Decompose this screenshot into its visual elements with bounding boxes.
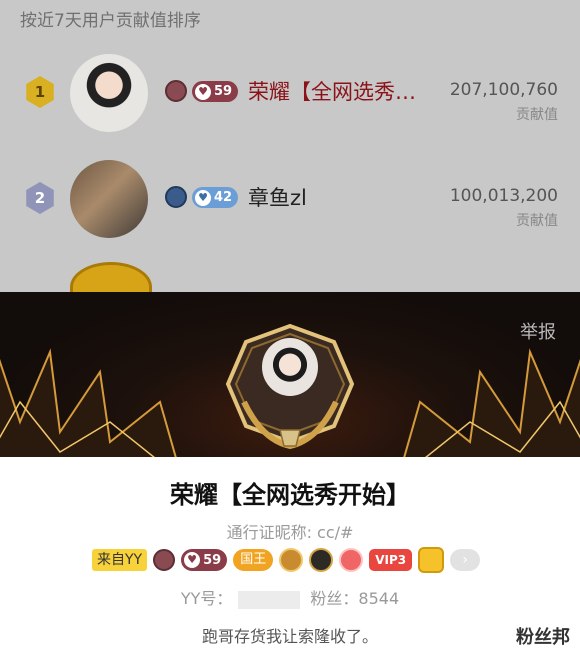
level-icon bbox=[153, 549, 176, 571]
rank-silver-icon: 2 bbox=[26, 182, 54, 214]
heart-icon: ♥ bbox=[195, 189, 211, 206]
yy-number-label: YY号： bbox=[180, 589, 233, 608]
avatar-frame-peek bbox=[70, 262, 152, 292]
level-badge: ♥ 59 bbox=[192, 81, 239, 102]
seal-icon bbox=[339, 548, 364, 572]
user-info: YY号： 粉丝：8544 bbox=[0, 585, 580, 609]
report-button[interactable]: 举报 bbox=[520, 318, 556, 344]
from-yy-badge: 来自YY bbox=[92, 549, 148, 571]
pass-name: 通行证昵称: cc/# bbox=[226, 523, 354, 542]
contribution-label: 贡献值 bbox=[516, 107, 558, 123]
medal-icon bbox=[309, 548, 334, 572]
user-name[interactable]: 荣耀【全网选秀… bbox=[248, 76, 436, 106]
ranking-row[interactable]: 1 ♥ 59 荣耀【全网选秀… 207,100,760 贡献值 bbox=[0, 46, 580, 142]
avatar[interactable] bbox=[70, 54, 148, 132]
vip-badge: VIP3 bbox=[369, 549, 413, 571]
badge-row: 来自YY ♥ 59 国王 VIP3 › bbox=[92, 547, 481, 573]
level-number: 42 bbox=[214, 190, 233, 205]
king-badge: 国王 bbox=[233, 549, 274, 571]
contribution-ranking-list: 按近7天用户贡献值排序 1 ♥ 59 荣耀【全网选秀… 207,100,760 … bbox=[0, 0, 580, 292]
rank-gold-icon: 1 bbox=[26, 76, 54, 108]
signature: 跑哥存货我让索隆收了。 bbox=[201, 627, 378, 646]
profile-avatar[interactable] bbox=[262, 338, 318, 396]
contribution-score: 207,100,760 bbox=[449, 80, 558, 100]
ranking-row[interactable]: 2 ♥ 42 章鱼zl 100,013,200 贡献值 bbox=[0, 152, 580, 248]
crown-icon bbox=[279, 548, 304, 572]
level-number: 59 bbox=[203, 552, 222, 568]
chevron-right-icon[interactable]: › bbox=[450, 549, 481, 571]
level-badge: ♥ 59 bbox=[181, 549, 228, 571]
profile-banner: 举报 bbox=[0, 292, 580, 457]
fans-count: 粉丝：8544 bbox=[310, 589, 400, 608]
level-icon bbox=[165, 186, 187, 208]
heart-icon: ♥ bbox=[195, 83, 211, 100]
watermark: 粉丝邦 bbox=[516, 627, 570, 648]
wing-icon bbox=[0, 348, 177, 457]
profile-card: 荣耀【全网选秀开始】 通行证昵称: cc/# 来自YY ♥ 59 国王 VIP3… bbox=[0, 457, 580, 657]
contribution-label: 贡献值 bbox=[516, 213, 558, 229]
heart-icon: ♥ bbox=[184, 552, 201, 568]
treasure-icon bbox=[418, 547, 445, 573]
ranking-header: 按近7天用户贡献值排序 bbox=[20, 11, 201, 31]
yy-number-redacted bbox=[238, 590, 301, 609]
profile-name: 荣耀【全网选秀开始】 bbox=[170, 481, 410, 509]
avatar[interactable] bbox=[70, 160, 148, 238]
user-name[interactable]: 章鱼zl bbox=[248, 182, 307, 212]
level-badge: ♥ 42 bbox=[192, 187, 239, 208]
level-number: 59 bbox=[214, 84, 233, 99]
wing-icon bbox=[403, 348, 580, 457]
contribution-score: 100,013,200 bbox=[449, 186, 558, 206]
level-icon bbox=[165, 80, 187, 102]
